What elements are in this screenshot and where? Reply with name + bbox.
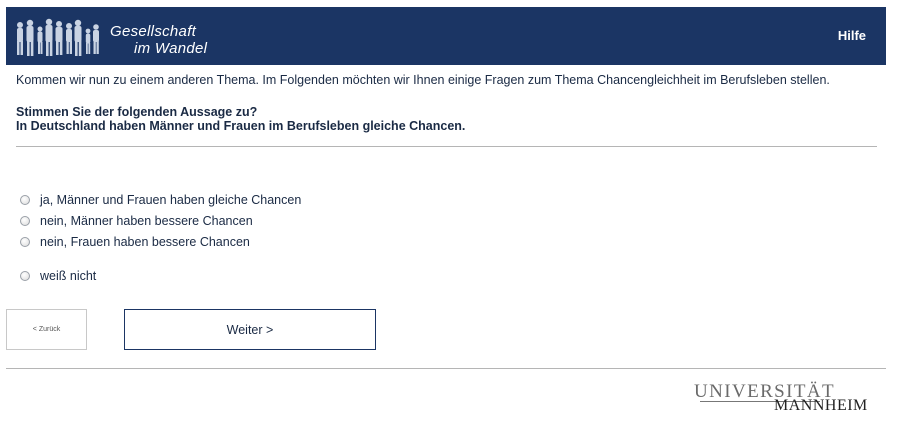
option-label: ja, Männer und Frauen haben gleiche Chan… [40, 193, 302, 207]
logo-line1: Gesellschaft [110, 23, 197, 40]
question-text: Stimmen Sie der folgenden Aussage zu? In… [16, 105, 465, 133]
university-logo: UNIVERSITÄT MANNHEIM [694, 381, 874, 417]
logo: Gesellschaft im Wandel [12, 13, 222, 63]
radio-button[interactable] [20, 237, 30, 247]
question-line1: Stimmen Sie der folgenden Aussage zu? [16, 105, 258, 119]
option-gleiche-chancen[interactable]: ja, Männer und Frauen haben gleiche Chan… [20, 192, 301, 208]
footer-divider [6, 368, 886, 369]
radio-button[interactable] [20, 195, 30, 205]
university-logo-line2: MANNHEIM [774, 397, 868, 414]
people-silhouettes-icon [17, 18, 99, 56]
option-maenner-besser[interactable]: nein, Männer haben bessere Chancen [20, 213, 253, 229]
divider [16, 146, 877, 147]
intro-text: Kommen wir nun zu einem anderen Thema. I… [16, 73, 830, 87]
option-label: nein, Frauen haben bessere Chancen [40, 235, 250, 249]
header-bar: Gesellschaft im Wandel Hilfe [6, 7, 886, 65]
option-frauen-besser[interactable]: nein, Frauen haben bessere Chancen [20, 234, 250, 250]
help-link[interactable]: Hilfe [838, 28, 866, 43]
option-weiss-nicht[interactable]: weiß nicht [20, 268, 96, 284]
logo-text: Gesellschaft im Wandel [110, 23, 207, 57]
radio-button[interactable] [20, 216, 30, 226]
logo-line2: im Wandel [134, 40, 208, 57]
option-label: weiß nicht [40, 269, 97, 283]
option-label: nein, Männer haben bessere Chancen [40, 214, 253, 228]
radio-button[interactable] [20, 271, 30, 281]
question-line2: In Deutschland haben Männer und Frauen i… [16, 119, 466, 133]
back-button[interactable]: < Zurück [6, 309, 87, 350]
next-button[interactable]: Weiter > [124, 309, 376, 350]
